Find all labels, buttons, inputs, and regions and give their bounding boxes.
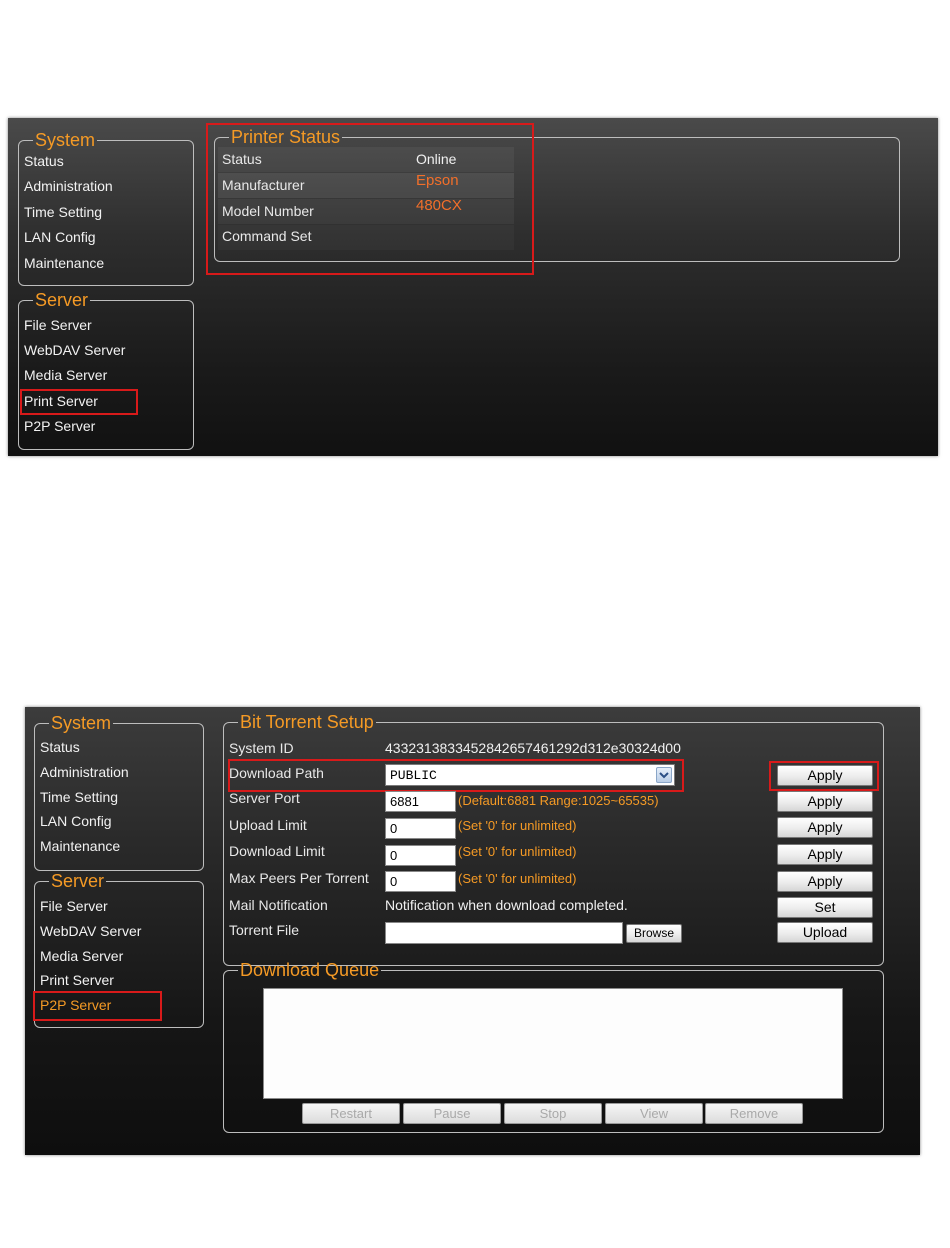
restart-button[interactable]: Restart bbox=[302, 1103, 400, 1124]
manufacturer-label: Manufacturer bbox=[222, 177, 305, 193]
upload-torrent-button[interactable]: Upload bbox=[777, 922, 873, 943]
browse-button[interactable]: Browse bbox=[626, 924, 682, 943]
stop-button[interactable]: Stop bbox=[504, 1103, 602, 1124]
nav-administration-2[interactable]: Administration bbox=[40, 764, 129, 781]
nav-webdav-server[interactable]: WebDAV Server bbox=[24, 342, 125, 359]
torrent-file-input[interactable] bbox=[385, 922, 623, 944]
nav-p2p-server-2[interactable]: P2P Server bbox=[40, 997, 111, 1014]
max-peers-input[interactable] bbox=[385, 871, 456, 892]
download-queue-list[interactable] bbox=[263, 988, 843, 1099]
apply-max-peers-button[interactable]: Apply bbox=[777, 871, 873, 892]
server-legend: Server bbox=[35, 290, 89, 310]
printer-status-legend: Printer Status bbox=[231, 127, 341, 147]
chevron-down-icon[interactable] bbox=[656, 767, 672, 783]
nav-print-server[interactable]: Print Server bbox=[24, 393, 98, 410]
download-queue-legend: Download Queue bbox=[240, 960, 380, 980]
nav-print-server-2[interactable]: Print Server bbox=[40, 972, 114, 989]
nav-time-setting-2[interactable]: Time Setting bbox=[40, 789, 118, 806]
nav-media-server[interactable]: Media Server bbox=[24, 367, 107, 384]
upload-limit-hint: (Set '0' for unlimited) bbox=[458, 818, 577, 833]
manufacturer-value: Epson bbox=[416, 172, 459, 189]
nav-status[interactable]: Status bbox=[24, 153, 64, 170]
model-number-value: 480CX bbox=[416, 197, 462, 214]
system-legend-2: System bbox=[51, 713, 112, 733]
download-limit-label: Download Limit bbox=[229, 843, 325, 859]
view-button[interactable]: View bbox=[605, 1103, 703, 1124]
nav-media-server-2[interactable]: Media Server bbox=[40, 948, 123, 965]
status-label: Status bbox=[222, 151, 262, 167]
server-port-hint: (Default:6881 Range:1025~65535) bbox=[458, 793, 659, 808]
nav-maintenance-2[interactable]: Maintenance bbox=[40, 838, 120, 855]
bittorrent-screenshot: System Status Administration Time Settin… bbox=[25, 707, 920, 1155]
pause-button[interactable]: Pause bbox=[403, 1103, 501, 1124]
printer-status-screenshot: System Status Administration Time Settin… bbox=[8, 118, 938, 456]
download-path-value: PUBLIC bbox=[390, 768, 437, 783]
remove-button[interactable]: Remove bbox=[705, 1103, 803, 1124]
nav-file-server-2[interactable]: File Server bbox=[40, 898, 108, 915]
nav-file-server[interactable]: File Server bbox=[24, 317, 92, 334]
nav-webdav-server-2[interactable]: WebDAV Server bbox=[40, 923, 141, 940]
nav-p2p-server[interactable]: P2P Server bbox=[24, 418, 95, 435]
set-notification-button[interactable]: Set bbox=[777, 897, 873, 918]
upload-limit-input[interactable] bbox=[385, 818, 456, 839]
mail-notification-label: Mail Notification bbox=[229, 897, 328, 913]
download-limit-input[interactable] bbox=[385, 845, 456, 866]
max-peers-label: Max Peers Per Torrent bbox=[229, 870, 369, 886]
nav-time-setting[interactable]: Time Setting bbox=[24, 204, 102, 221]
system-legend: System bbox=[35, 130, 96, 150]
nav-administration[interactable]: Administration bbox=[24, 178, 113, 195]
max-peers-hint: (Set '0' for unlimited) bbox=[458, 871, 577, 886]
torrent-file-label: Torrent File bbox=[229, 922, 300, 938]
nav-maintenance[interactable]: Maintenance bbox=[24, 255, 104, 272]
status-row bbox=[218, 147, 514, 172]
download-limit-hint: (Set '0' for unlimited) bbox=[458, 844, 577, 859]
server-legend-2: Server bbox=[51, 871, 105, 891]
nav-status-2[interactable]: Status bbox=[40, 739, 80, 756]
server-port-label: Server Port bbox=[229, 790, 300, 806]
upload-limit-label: Upload Limit bbox=[229, 817, 307, 833]
download-path-label: Download Path bbox=[229, 765, 324, 781]
system-id-value: 43323138334528426574612​92d312e30324d00 bbox=[385, 740, 681, 756]
model-number-label: Model Number bbox=[222, 203, 314, 219]
download-path-select[interactable]: PUBLIC bbox=[385, 764, 675, 786]
nav-lan-config[interactable]: LAN Config bbox=[24, 229, 96, 246]
apply-download-path-button[interactable]: Apply bbox=[777, 765, 873, 786]
apply-server-port-button[interactable]: Apply bbox=[777, 791, 873, 812]
system-id-label: System ID bbox=[229, 740, 294, 756]
bittorrent-setup-legend: Bit Torrent Setup bbox=[240, 712, 374, 732]
status-value: Online bbox=[416, 151, 457, 167]
apply-upload-limit-button[interactable]: Apply bbox=[777, 817, 873, 838]
server-port-input[interactable] bbox=[385, 791, 456, 812]
apply-download-limit-button[interactable]: Apply bbox=[777, 844, 873, 865]
nav-lan-config-2[interactable]: LAN Config bbox=[40, 813, 112, 830]
mail-notification-text: Notification when download completed. bbox=[385, 897, 628, 913]
command-set-label: Command Set bbox=[222, 228, 312, 244]
